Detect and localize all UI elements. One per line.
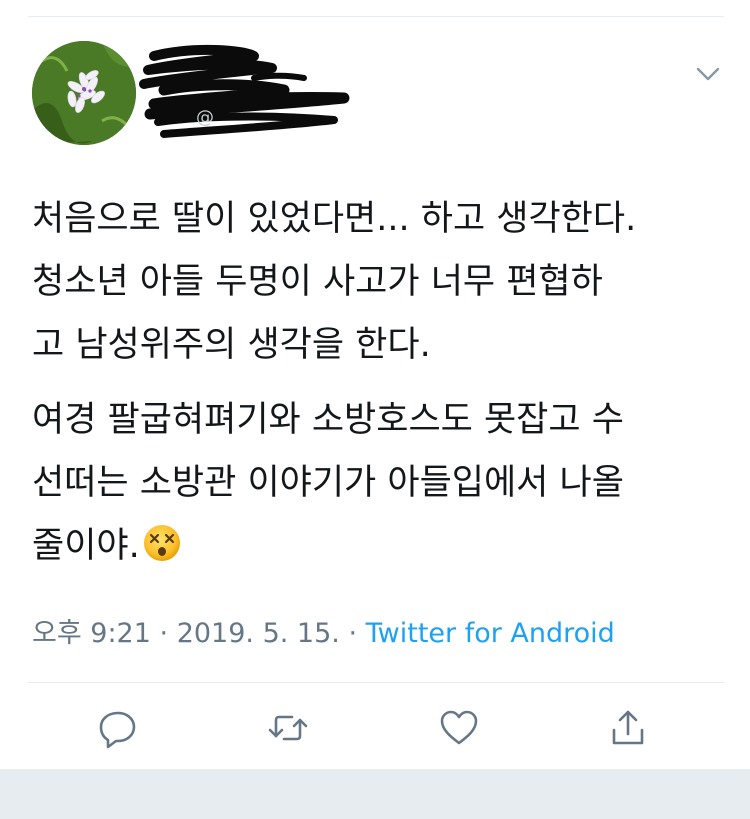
reply-speech-bubble-icon[interactable] [96, 706, 140, 750]
tweet-meta: 오후 9:21 · 2019. 5. 15. · Twitter for And… [32, 612, 615, 656]
tweet-line: 고 남성위주의 생각을 한다. [32, 325, 431, 365]
tweet-source-link[interactable]: Twitter for Android [366, 618, 615, 649]
like-heart-icon[interactable] [437, 706, 481, 750]
tweet-action-bar [0, 700, 750, 756]
bottom-separator-band [0, 769, 750, 819]
author-avatar[interactable] [32, 41, 136, 145]
dizzy-face-emoji-icon [143, 525, 180, 561]
meta-separator: · [348, 618, 358, 649]
retweet-arrows-icon[interactable] [266, 706, 310, 750]
tweet-line: 여경 팔굽혀펴기와 소방호스도 못잡고 수 [32, 400, 624, 440]
flower-avatar-icon [32, 41, 136, 145]
meta-separator: · [159, 618, 169, 649]
tweet-line: 처음으로 딸이 있었다면... 하고 생각한다. [32, 199, 637, 239]
tweet-line: 줄이야. [32, 526, 140, 566]
redacted-author-name: @ [139, 44, 350, 138]
tweet-time: 오후 9:21 [32, 618, 151, 649]
top-divider [28, 16, 724, 17]
tweet-paragraph-1: 처음으로 딸이 있었다면... 하고 생각한다. 청소년 아들 두명이 사고가 … [32, 188, 732, 377]
tweet-line: 청소년 아들 두명이 사고가 너무 편협하 [32, 262, 603, 302]
chevron-down-icon[interactable] [694, 64, 722, 84]
actions-divider [28, 682, 724, 683]
tweet-line: 선떠는 소방관 이야기가 아들입에서 나올 [32, 463, 624, 503]
tweet-text: 처음으로 딸이 있었다면... 하고 생각한다. 청소년 아들 두명이 사고가 … [32, 188, 732, 578]
tweet-paragraph-2: 여경 팔굽혀펴기와 소방호스도 못잡고 수 선떠는 소방관 이야기가 아들입에서… [32, 389, 732, 578]
tweet-date: 2019. 5. 15. [176, 618, 340, 649]
share-upload-icon[interactable] [606, 706, 650, 750]
svg-text:@: @ [196, 107, 214, 128]
